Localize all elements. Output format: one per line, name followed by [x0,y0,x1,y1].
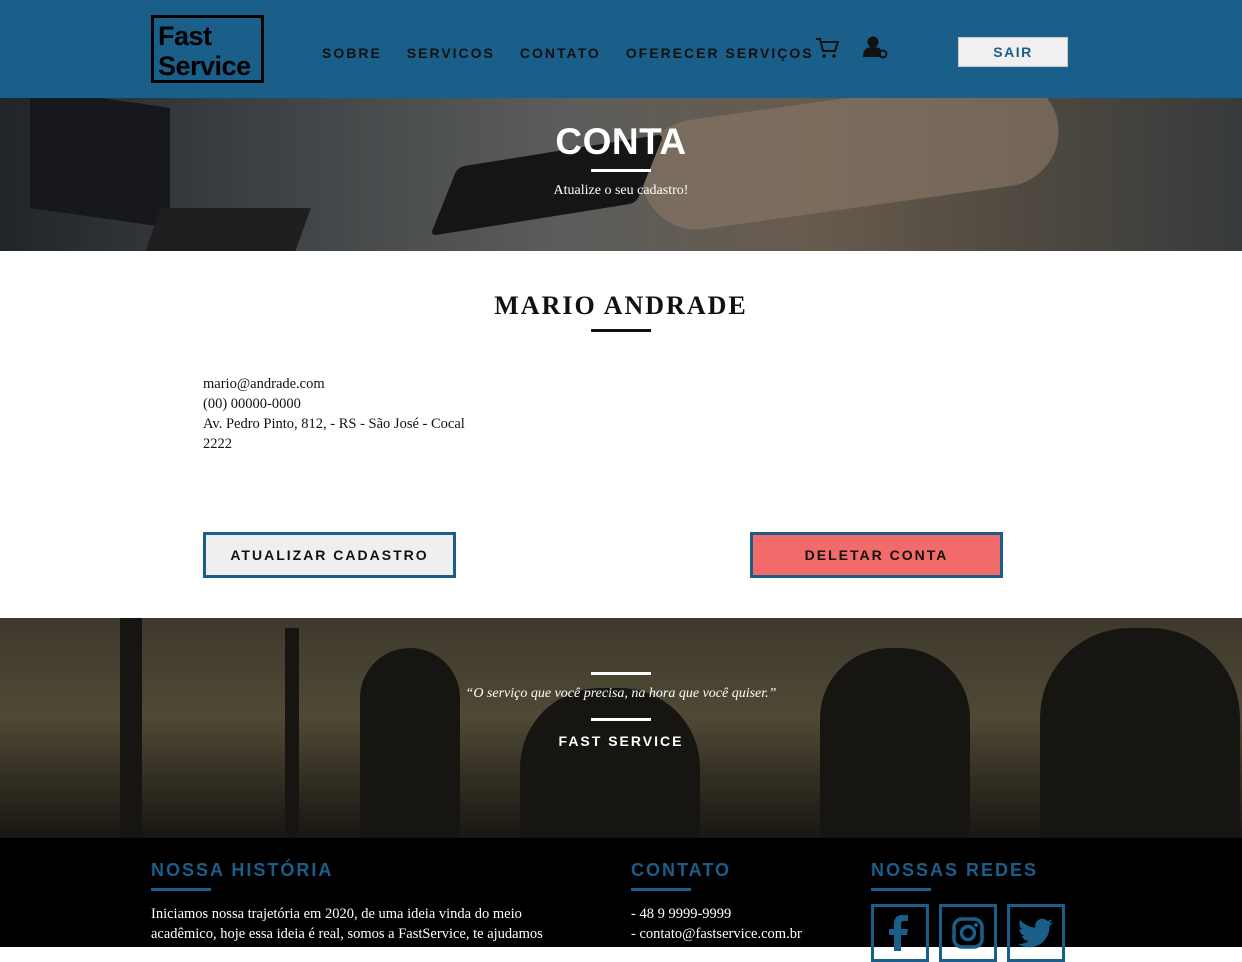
fast-service-logo[interactable]: Fast Service [151,15,264,83]
quote-brand: FAST SERVICE [558,733,684,749]
menu-item-contato[interactable]: CONTATO [520,45,601,61]
twitter-icon [1018,918,1053,948]
name-divider [591,329,651,332]
footer-history-title: NOSSA HISTÓRIA [151,860,334,880]
logo-line-1: Fast [158,21,212,51]
footer-social-title: NOSSAS REDES [871,860,1039,880]
user-info: mario@andrade.com (00) 00000-0000 Av. Pe… [203,374,465,454]
user-name: MARIO ANDRADE [494,291,748,320]
logout-button[interactable]: SAIR [958,37,1068,67]
menu-item-sobre[interactable]: SOBRE [322,45,382,61]
footer-contact-divider [631,888,691,891]
footer-contact-info: - 48 9 9999-9999 - contato@fastservice.c… [631,904,802,944]
twitter-link[interactable] [1007,904,1065,962]
footer-history-divider [151,888,211,891]
logo-line-2: Service [158,51,251,81]
delete-account-button[interactable]: DELETAR CONTA [750,532,1003,578]
instagram-icon [952,917,984,949]
footer-history-text: Iniciamos nossa trajetória em 2020, de u… [151,904,543,944]
instagram-link[interactable] [939,904,997,962]
menu-item-servicos[interactable]: SERVICOS [407,45,495,61]
user-address-number: 2222 [203,436,232,452]
page-title: CONTA [555,121,687,162]
quote-overlay [0,618,1242,838]
user-email: mario@andrade.com [203,376,325,392]
top-navbar: Fast Service SOBRE SERVICOS CONTATO OFER… [0,0,1242,98]
quote-divider-top [591,672,651,675]
footer-contact-title: CONTATO [631,860,731,880]
facebook-icon [889,915,908,951]
main-menu: SOBRE SERVICOS CONTATO OFERECER SERVIÇOS [322,45,839,61]
footer-contact-email[interactable]: - contato@fastservice.com.br [631,924,802,944]
footer-contact-phone[interactable]: - 48 9 9999-9999 [631,904,802,924]
quote-text: “O serviço que você precisa, na hora que… [465,686,777,701]
footer-social-divider [871,888,931,891]
user-address: Av. Pedro Pinto, 812, - RS - São José - … [203,416,465,432]
facebook-link[interactable] [871,904,929,962]
user-settings-icon[interactable] [862,35,888,59]
footer-history-line: Iniciamos nossa trajetória em 2020, de u… [151,906,522,922]
title-divider [591,169,651,172]
update-account-button[interactable]: ATUALIZAR CADASTRO [203,532,456,578]
menu-item-oferecer-servicos[interactable]: OFERECER SERVIÇOS [626,45,814,61]
page-subtitle: Atualize o seu cadastro! [553,183,689,198]
quote-banner [0,618,1242,838]
quote-divider-bottom [591,718,651,721]
cart-icon[interactable] [815,37,839,59]
user-phone: (00) 00000-0000 [203,396,301,412]
footer-history-line: acadêmico, hoje essa ideia é real, somos… [151,926,543,942]
